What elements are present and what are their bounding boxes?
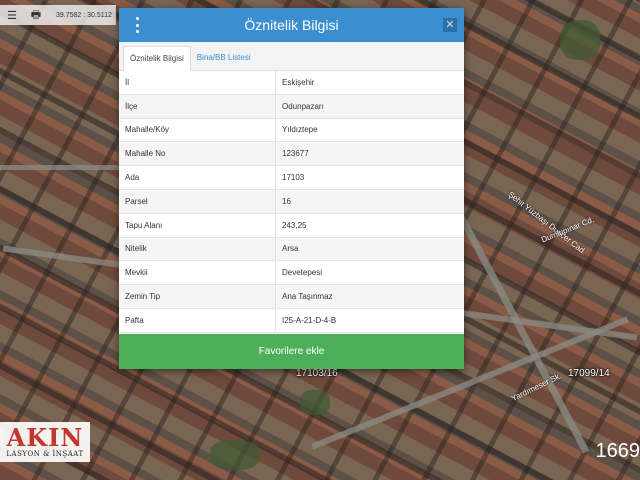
attribute-value: Arsa [282, 244, 299, 254]
attribute-key: Ada [119, 166, 276, 189]
attribute-key: Mahalle/Köy [119, 118, 276, 142]
table-row: Tapu Alanı 243,25 [119, 213, 464, 238]
add-to-favorites-button[interactable]: Favorilere ekle [119, 334, 464, 369]
attribute-value: 16 [282, 196, 291, 206]
table-row: İl Eskişehir [119, 71, 464, 95]
dialog-header: Öznitelik Bilgisi ✕ [119, 8, 464, 42]
tree-area [210, 440, 260, 470]
menu-icon[interactable]: ☰ [0, 5, 24, 25]
dialog-tabs: Öznitelik Bilgisi Bina/BB Listesi [119, 42, 464, 71]
side-number: 1669 [595, 440, 640, 462]
table-row: Mahalle/Köy Yıldıztepe [119, 118, 464, 143]
table-row: Ada 17103 [119, 166, 464, 190]
attribute-info-dialog: Öznitelik Bilgisi ✕ Öznitelik Bilgisi Bi… [119, 8, 464, 369]
table-row: Parsel 16 [119, 189, 464, 214]
table-row: Pafta I25-A-21-D-4-B [119, 308, 464, 333]
attribute-key: Zemin Tip [119, 285, 276, 308]
attribute-key: Pafta [119, 308, 276, 332]
attribute-value: I25-A-21-D-4-B [282, 315, 337, 325]
attribute-table: İl Eskişehir İlçe Odunpazarı Mahalle/Köy… [119, 71, 464, 333]
map-toolbar: ☰ 🖶 39.7582 : 30.5112 [0, 5, 116, 25]
logo-sub-text: LASYON & İNŞAAT [6, 450, 84, 458]
attribute-key: Parsel [119, 189, 276, 213]
table-row: İlçe Odunpazarı [119, 94, 464, 119]
attribute-key: Mahalle No [119, 142, 276, 166]
attribute-value: Ana Taşınmaz [282, 292, 333, 302]
attribute-key: Tapu Alanı [119, 213, 276, 237]
attribute-value: 123677 [282, 149, 309, 159]
attribute-key: İl [119, 71, 276, 94]
attribute-value: 243,25 [282, 220, 307, 230]
tree-area [560, 20, 600, 60]
attribute-value: Eskişehir [282, 77, 315, 87]
company-logo: AKIN LASYON & İNŞAAT [0, 422, 90, 462]
attribute-value: Odunpazarı [282, 101, 324, 111]
attribute-value: Devetepesi [282, 268, 323, 278]
logo-main-text: AKIN [6, 423, 84, 452]
attribute-key: Mevkii [119, 261, 276, 285]
more-vert-icon[interactable] [129, 16, 145, 34]
close-icon[interactable]: ✕ [443, 18, 457, 32]
table-row: Mahalle No 123677 [119, 142, 464, 167]
tree-area [300, 390, 330, 415]
parcel-label: 17103/16 [296, 368, 338, 379]
attribute-value: Yıldıztepe [282, 125, 318, 135]
table-row: Nitelik Arsa [119, 237, 464, 262]
attribute-value: 17103 [282, 173, 305, 183]
table-row: Zemin Tip Ana Taşınmaz [119, 285, 464, 309]
coordinate-readout: 39.7582 : 30.5112 [56, 11, 112, 19]
print-icon[interactable]: 🖶 [24, 5, 48, 25]
parcel-label: 17099/14 [568, 368, 610, 379]
attribute-key: Nitelik [119, 237, 276, 261]
street [0, 165, 120, 170]
attribute-key: İlçe [119, 94, 276, 118]
tab-attribute-info[interactable]: Öznitelik Bilgisi [123, 46, 191, 71]
dialog-title: Öznitelik Bilgisi [244, 17, 339, 33]
tab-building-list[interactable]: Bina/BB Listesi [191, 45, 257, 70]
table-row: Mevkii Devetepesi [119, 261, 464, 286]
